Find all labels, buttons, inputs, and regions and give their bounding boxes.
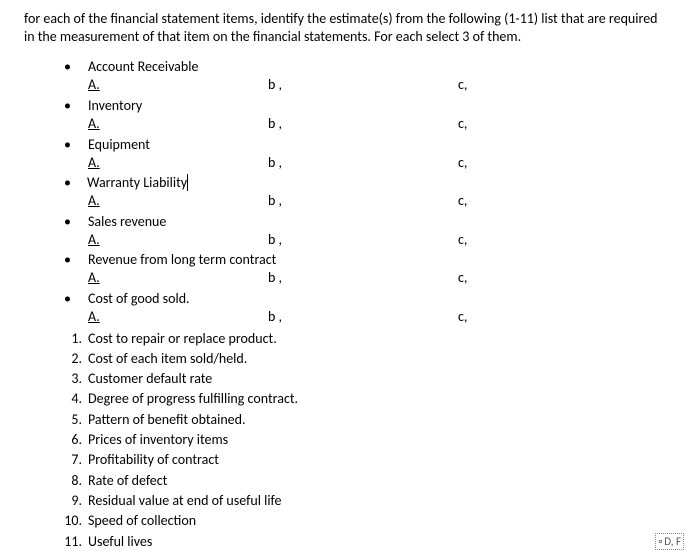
answer-slot-a[interactable]: A. — [88, 114, 268, 134]
estimate-number: 3. — [62, 369, 88, 389]
estimate-number: 11. — [62, 532, 88, 552]
focus-label: D, F — [664, 535, 681, 548]
item-name[interactable]: Sales revenue — [84, 213, 166, 230]
estimate-item: 6.Prices of inventory items — [62, 430, 666, 450]
estimate-number: 2. — [62, 349, 88, 369]
estimate-text: Pattern of benefit obtained. — [88, 410, 666, 430]
estimate-text: Prices of inventory items — [88, 430, 666, 450]
estimate-text: Residual value at end of useful life — [88, 491, 666, 511]
item-header: Account Receivable — [64, 58, 666, 75]
answer-row: A.b ,c, — [64, 75, 666, 95]
estimate-number: 6. — [62, 430, 88, 450]
answer-slot-b[interactable]: b , — [268, 268, 458, 288]
estimate-text: Useful lives — [88, 532, 666, 552]
estimate-number: 4. — [62, 389, 88, 409]
financial-item: Warranty LiabilityA.b ,c, — [64, 174, 666, 211]
estimate-text: Speed of collection — [88, 511, 666, 531]
estimate-item: 11.Useful lives — [62, 532, 666, 552]
bullet-icon — [64, 251, 84, 268]
answer-slot-a[interactable]: A. — [88, 230, 268, 250]
financial-item: Cost of good sold.A.b ,c, — [64, 290, 666, 327]
answer-slot-b[interactable]: b , — [268, 114, 458, 134]
estimate-item: 3.Customer default rate — [62, 369, 666, 389]
estimate-text: Rate of defect — [88, 471, 666, 491]
estimate-number: 9. — [62, 491, 88, 511]
answer-row: A.b ,c, — [64, 191, 666, 211]
answer-slot-a[interactable]: A. — [88, 191, 268, 211]
answer-slot-b[interactable]: b , — [268, 230, 458, 250]
estimates-ordered-list: 1.Cost to repair or replace product.2.Co… — [62, 329, 666, 552]
item-name[interactable]: Account Receivable — [84, 58, 198, 75]
estimate-number: 8. — [62, 471, 88, 491]
financial-item: Account ReceivableA.b ,c, — [64, 58, 666, 95]
financial-item: Revenue from long term contractA.b ,c, — [64, 251, 666, 288]
item-name[interactable]: Inventory — [84, 97, 142, 114]
estimate-number: 10. — [62, 511, 88, 531]
answer-slot-c[interactable]: c, — [458, 191, 538, 211]
estimate-text: Profitability of contract — [88, 450, 666, 470]
item-header: Equipment — [64, 136, 666, 153]
answer-row: A.b ,c, — [64, 268, 666, 288]
estimate-item: 1.Cost to repair or replace product. — [62, 329, 666, 349]
item-header: Revenue from long term contract — [64, 251, 666, 268]
instructions-text: for each of the financial statement item… — [24, 10, 666, 46]
answer-slot-a[interactable]: A. — [88, 75, 268, 95]
estimate-item: 2.Cost of each item sold/held. — [62, 349, 666, 369]
item-header: Warranty Liability — [64, 174, 666, 191]
bullet-icon — [64, 58, 84, 75]
answer-slot-b[interactable]: b , — [268, 191, 458, 211]
bullet-icon — [64, 136, 84, 153]
estimate-item: 5.Pattern of benefit obtained. — [62, 410, 666, 430]
estimate-text: Customer default rate — [88, 369, 666, 389]
estimate-item: 8.Rate of defect — [62, 471, 666, 491]
answer-slot-b[interactable]: b , — [268, 75, 458, 95]
estimate-number: 1. — [62, 329, 88, 349]
answer-row: A.b ,c, — [64, 114, 666, 134]
answer-row: A.b ,c, — [64, 230, 666, 250]
focus-indicator-icon: ▫ D, F — [655, 533, 684, 550]
item-header: Sales revenue — [64, 213, 666, 230]
answer-slot-a[interactable]: A. — [88, 268, 268, 288]
estimate-item: 7.Profitability of contract — [62, 450, 666, 470]
answer-slot-c[interactable]: c, — [458, 75, 538, 95]
focus-box-icon: ▫ — [658, 535, 662, 548]
estimate-text: Cost of each item sold/held. — [88, 349, 666, 369]
answer-row: A.b ,c, — [64, 307, 666, 327]
bullet-icon — [64, 290, 84, 307]
bullet-icon — [64, 174, 84, 191]
estimate-item: 4.Degree of progress fulfilling contract… — [62, 389, 666, 409]
answer-slot-c[interactable]: c, — [458, 307, 538, 327]
item-header: Cost of good sold. — [64, 290, 666, 307]
estimate-item: 9.Residual value at end of useful life — [62, 491, 666, 511]
estimate-item: 10.Speed of collection — [62, 511, 666, 531]
item-name[interactable]: Warranty Liability — [83, 174, 188, 191]
estimate-text: Cost to repair or replace product. — [88, 329, 666, 349]
estimate-number: 7. — [62, 450, 88, 470]
item-name[interactable]: Revenue from long term contract — [84, 251, 276, 268]
answer-slot-a[interactable]: A. — [88, 153, 268, 173]
item-name[interactable]: Cost of good sold. — [84, 290, 190, 307]
financial-items-list: Account ReceivableA.b ,c,InventoryA.b ,c… — [64, 58, 666, 326]
financial-item: InventoryA.b ,c, — [64, 97, 666, 134]
financial-item: EquipmentA.b ,c, — [64, 136, 666, 173]
bullet-icon — [64, 213, 84, 230]
answer-slot-a[interactable]: A. — [88, 307, 268, 327]
answer-slot-c[interactable]: c, — [458, 268, 538, 288]
answer-slot-c[interactable]: c, — [458, 153, 538, 173]
estimate-number: 5. — [62, 410, 88, 430]
item-name[interactable]: Equipment — [84, 136, 150, 153]
answer-slot-b[interactable]: b , — [268, 307, 458, 327]
answer-slot-b[interactable]: b , — [268, 153, 458, 173]
answer-row: A.b ,c, — [64, 153, 666, 173]
answer-slot-c[interactable]: c, — [458, 230, 538, 250]
answer-slot-c[interactable]: c, — [458, 114, 538, 134]
bullet-icon — [64, 97, 84, 114]
estimate-text: Degree of progress fulfilling contract. — [88, 389, 666, 409]
financial-item: Sales revenueA.b ,c, — [64, 213, 666, 250]
item-header: Inventory — [64, 97, 666, 114]
